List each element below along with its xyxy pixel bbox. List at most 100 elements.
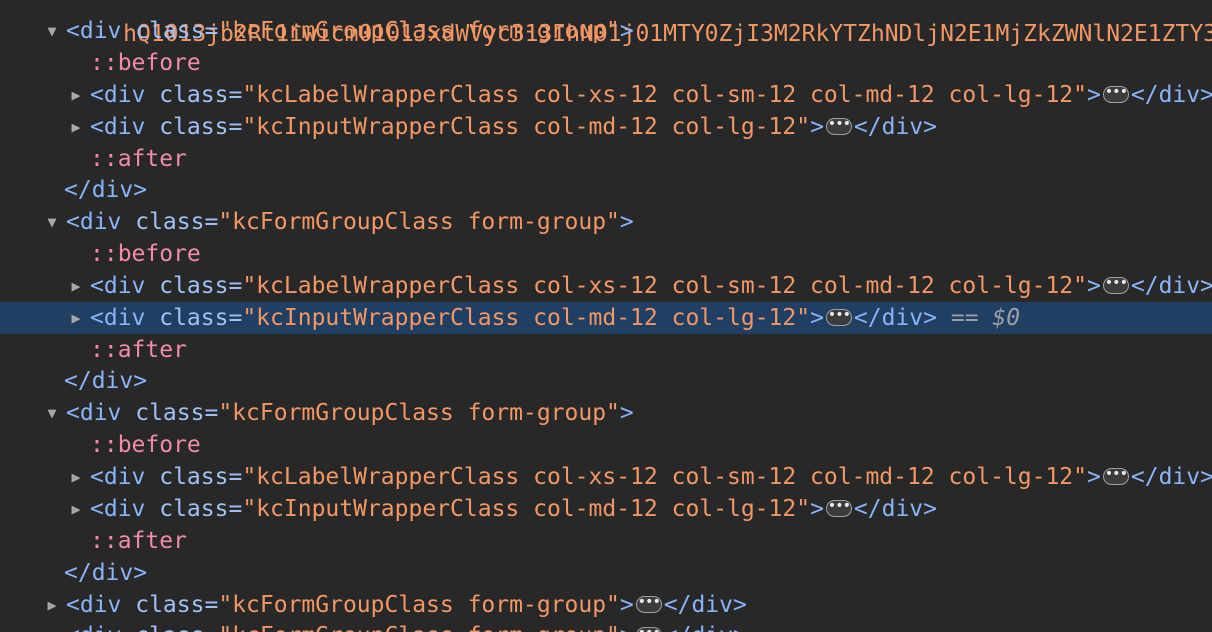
collapsed-triangle-icon[interactable]: ▶ [66, 79, 86, 111]
tree-row-pseudo-before[interactable]: ::before [0, 429, 1212, 461]
attribute-name: class= [121, 18, 219, 44]
close-tag: </div> [1130, 464, 1212, 490]
open-tag: <div [66, 623, 121, 632]
tree-row-label-wrapper[interactable]: ▶ <div class="kcLabelWrapperClass col-xs… [0, 79, 1212, 111]
collapsed-triangle-icon[interactable]: ▶ [42, 589, 62, 621]
tree-row-close-div[interactable]: </div> [0, 174, 1212, 206]
expanded-triangle-icon[interactable]: ▼ [42, 206, 62, 238]
pseudo-before: ::before [90, 432, 201, 458]
close-tag: </div> [853, 114, 938, 140]
collapsed-triangle-icon[interactable]: ▶ [66, 270, 86, 302]
close-tag: </div> [1130, 82, 1212, 108]
attribute-value: "kcInputWrapperClass col-md-12 col-lg-12… [242, 114, 811, 140]
tree-row-form-group[interactable]: ▼ <div class="kcFormGroupClass form-grou… [0, 397, 1212, 429]
attribute-name: class= [145, 464, 243, 490]
attribute-value: "kcLabelWrapperClass col-xs-12 col-sm-12… [242, 273, 1088, 299]
attribute-value: "kcFormGroupClass form-group" [218, 592, 620, 618]
tree-row-pseudo-after[interactable]: ::after [0, 334, 1212, 366]
tag-bracket: > [619, 400, 634, 426]
close-tag: </div> [663, 592, 747, 618]
tree-row-input-wrapper-selected[interactable]: ▶ <div class="kcInputWrapperClass col-md… [0, 302, 1212, 334]
collapsed-triangle-icon[interactable]: ▶ [66, 461, 86, 493]
attribute-value: "kcFormGroupClass form-group" [218, 18, 620, 44]
tree-row-label-wrapper[interactable]: ▶ <div class="kcLabelWrapperClass col-xs… [0, 270, 1212, 302]
collapsed-triangle-icon[interactable]: ▶ [42, 620, 62, 632]
tag-bracket: > [619, 18, 634, 44]
tag-bracket: > [619, 209, 634, 235]
tree-row-pseudo-before[interactable]: ::before [0, 47, 1212, 79]
expand-ellipsis-icon[interactable]: ••• [825, 117, 852, 135]
tree-row-form-group[interactable]: ▼ <div class="kcFormGroupClass form-grou… [0, 15, 1212, 47]
collapsed-triangle-icon[interactable]: ▶ [66, 302, 86, 334]
tree-row-close-div[interactable]: </div> [0, 557, 1212, 589]
open-tag: <div [66, 209, 122, 235]
open-tag: <div [90, 273, 146, 299]
tree-row-pseudo-after[interactable]: ::after [0, 143, 1212, 175]
close-tag: </div> [1130, 273, 1212, 299]
pseudo-after: ::after [90, 337, 187, 363]
attribute-name: class= [145, 305, 243, 331]
tree-row-input-wrapper[interactable]: ▶ <div class="kcInputWrapperClass col-md… [0, 493, 1212, 525]
pseudo-before: ::before [90, 50, 201, 76]
pseudo-before: ::before [90, 241, 201, 267]
expand-ellipsis-icon[interactable]: ••• [825, 499, 852, 517]
attribute-name: class= [145, 114, 243, 140]
collapsed-triangle-icon[interactable]: ▶ [66, 493, 86, 525]
selected-element-marker: == $0 [950, 305, 1021, 331]
tree-row-pseudo-after[interactable]: ::after [0, 525, 1212, 557]
close-tag: </div> [64, 177, 148, 203]
open-tag: <div [90, 464, 146, 490]
pseudo-after: ::after [90, 528, 187, 554]
close-tag: </div> [64, 560, 148, 586]
expanded-triangle-icon[interactable]: ▼ [42, 397, 62, 429]
tree-row-form-group[interactable]: ▼ <div class="kcFormGroupClass form-grou… [0, 206, 1212, 238]
tag-bracket: > [810, 114, 824, 140]
elements-dom-tree[interactable]: hQ1013jb2Rt1iwicm0101JxdWVyc313IhN01j01M… [0, 0, 1212, 632]
tag-bracket: > [1087, 273, 1101, 299]
attribute-value: "kcFormGroupClass form-group" [218, 623, 620, 632]
attribute-name: class= [121, 623, 218, 632]
attribute-name: class= [121, 592, 219, 618]
expanded-triangle-icon[interactable]: ▼ [42, 15, 62, 47]
expand-ellipsis-icon[interactable]: ••• [1102, 85, 1129, 103]
tag-bracket: > [810, 305, 824, 331]
attribute-name: class= [145, 496, 243, 522]
attribute-value: "kcLabelWrapperClass col-xs-12 col-sm-12… [242, 82, 1088, 108]
pseudo-after: ::after [90, 146, 187, 172]
expand-ellipsis-icon[interactable]: ••• [1102, 276, 1129, 294]
expand-ellipsis-icon[interactable]: ••• [1102, 467, 1129, 485]
tree-row-form-group-collapsed[interactable]: ▶ <div class="kcFormGroupClass form-grou… [0, 589, 1212, 621]
tag-bracket: > [1087, 82, 1101, 108]
attribute-value: "kcFormGroupClass form-group" [218, 209, 620, 235]
open-tag: <div [90, 82, 146, 108]
collapsed-triangle-icon[interactable]: ▶ [66, 111, 86, 143]
close-tag: </div> [664, 623, 747, 632]
tag-bracket: > [810, 496, 824, 522]
expand-ellipsis-icon[interactable]: ••• [825, 308, 852, 326]
attribute-name: class= [121, 400, 219, 426]
tag-bracket: > [1087, 464, 1101, 490]
open-tag: <div [66, 592, 122, 618]
tree-row-label-wrapper[interactable]: ▶ <div class="kcLabelWrapperClass col-xs… [0, 461, 1212, 493]
attribute-value: "kcInputWrapperClass col-md-12 col-lg-12… [242, 305, 811, 331]
attribute-value: "kcInputWrapperClass col-md-12 col-lg-12… [242, 496, 811, 522]
attribute-value: "kcFormGroupClass form-group" [218, 400, 620, 426]
close-tag: </div> [853, 305, 938, 331]
tree-row-pseudo-before[interactable]: ::before [0, 238, 1212, 270]
attribute-name: class= [145, 273, 243, 299]
tree-row-close-div[interactable]: </div> [0, 365, 1212, 397]
close-tag: </div> [853, 496, 938, 522]
tag-bracket: > [619, 592, 634, 618]
tag-bracket: > [620, 623, 634, 632]
open-tag: <div [90, 305, 146, 331]
expand-ellipsis-icon[interactable]: ••• [635, 595, 662, 613]
open-tag: <div [90, 114, 146, 140]
attribute-name: class= [121, 209, 219, 235]
tree-row-input-wrapper[interactable]: ▶ <div class="kcInputWrapperClass col-md… [0, 111, 1212, 143]
open-tag: <div [90, 496, 146, 522]
attribute-name: class= [145, 82, 243, 108]
tree-row-partial-bottom[interactable]: ▶ <div class="kcFormGroupClass form-grou… [0, 620, 1212, 632]
close-tag: </div> [64, 368, 148, 394]
expand-ellipsis-icon[interactable]: ••• [635, 626, 662, 632]
